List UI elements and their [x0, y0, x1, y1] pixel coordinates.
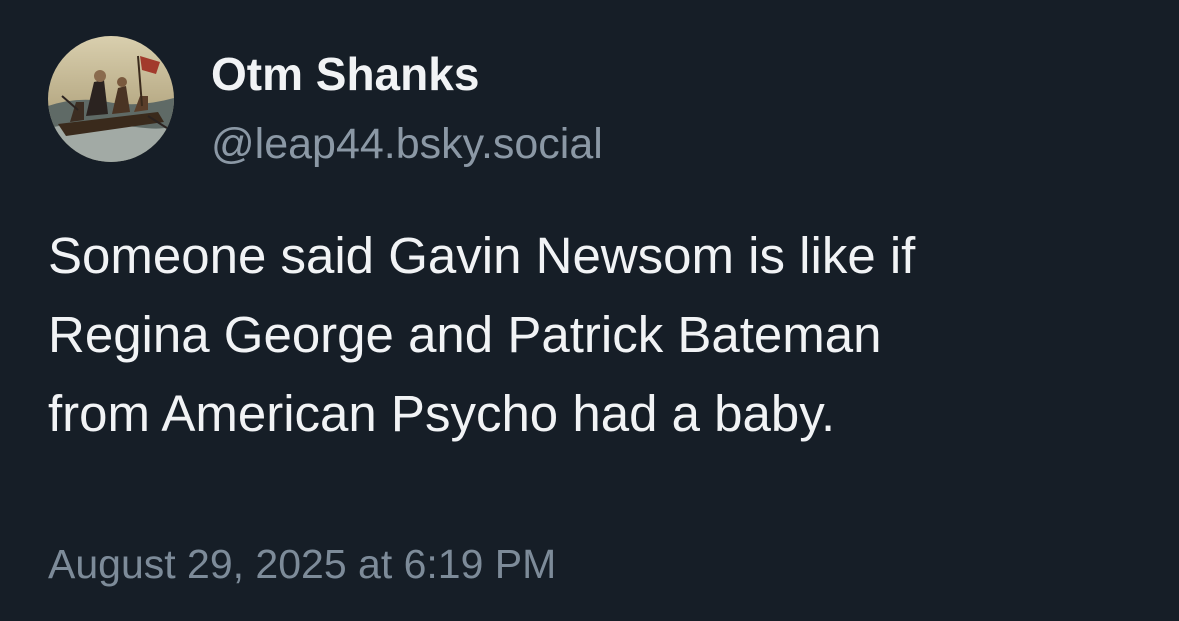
- post-text-line: Regina George and Patrick Bateman: [48, 306, 882, 363]
- post-text: Someone said Gavin Newsom is like if Reg…: [48, 216, 1148, 453]
- post-card: Otm Shanks @leap44.bsky.social Someone s…: [0, 0, 1179, 621]
- painting-avatar-icon: [48, 36, 174, 162]
- author-avatar[interactable]: [48, 36, 174, 162]
- post-text-line: Someone said Gavin Newsom is like if: [48, 227, 916, 284]
- post-timestamp[interactable]: August 29, 2025 at 6:19 PM: [48, 536, 556, 592]
- author-handle[interactable]: @leap44.bsky.social: [211, 115, 603, 173]
- author-display-name[interactable]: Otm Shanks: [211, 44, 479, 104]
- post-text-line: from American Psycho had a baby.: [48, 385, 836, 442]
